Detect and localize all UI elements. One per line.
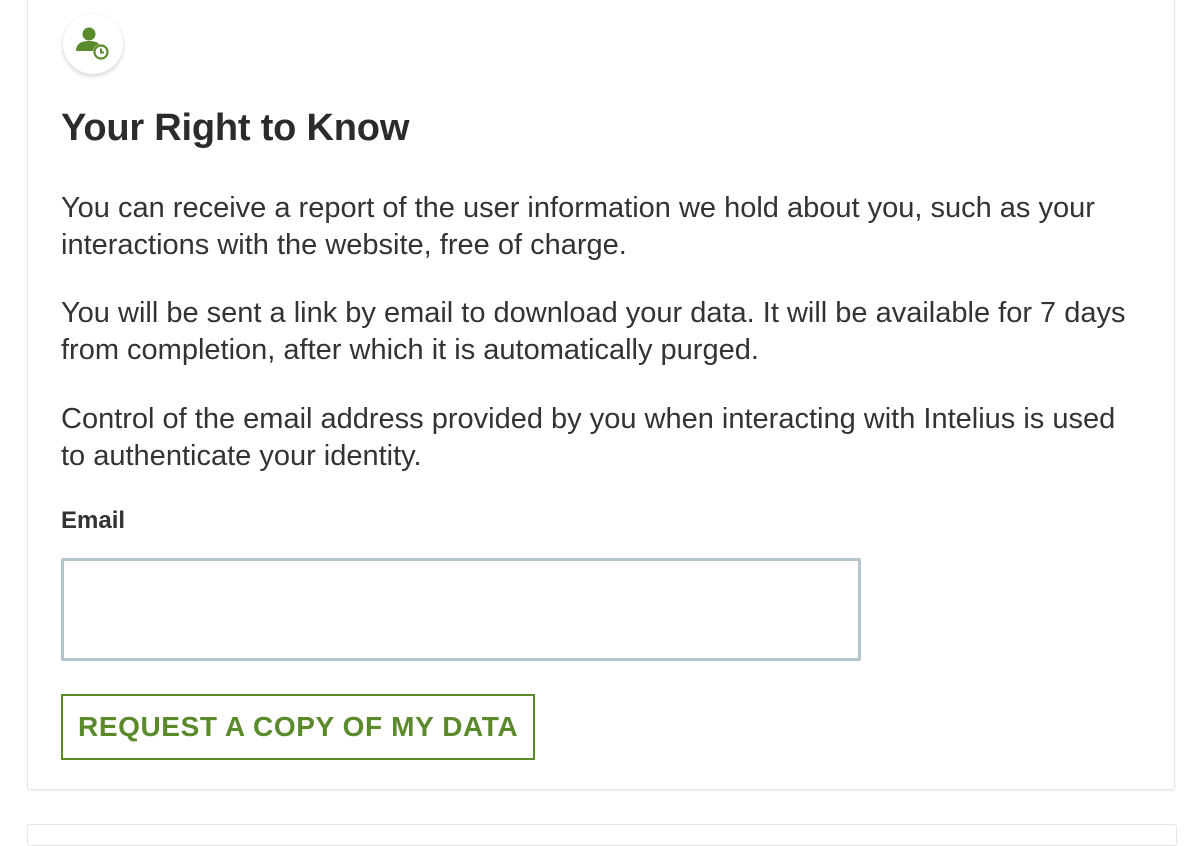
email-label: Email	[61, 507, 126, 534]
download-link-paragraph: You will be sent a link by email to down…	[61, 297, 1126, 366]
user-history-icon	[63, 14, 123, 74]
next-card-edge	[27, 824, 1177, 846]
email-field[interactable]	[61, 558, 861, 661]
authentication-paragraph: Control of the email address provided by…	[61, 403, 1116, 472]
page-title: Your Right to Know	[61, 107, 410, 149]
request-data-button[interactable]: REQUEST A COPY OF MY DATA	[61, 694, 536, 760]
right-to-know-card: Your Right to Know You can receive a rep…	[27, 0, 1175, 790]
intro-paragraph: You can receive a report of the user inf…	[61, 192, 1095, 261]
